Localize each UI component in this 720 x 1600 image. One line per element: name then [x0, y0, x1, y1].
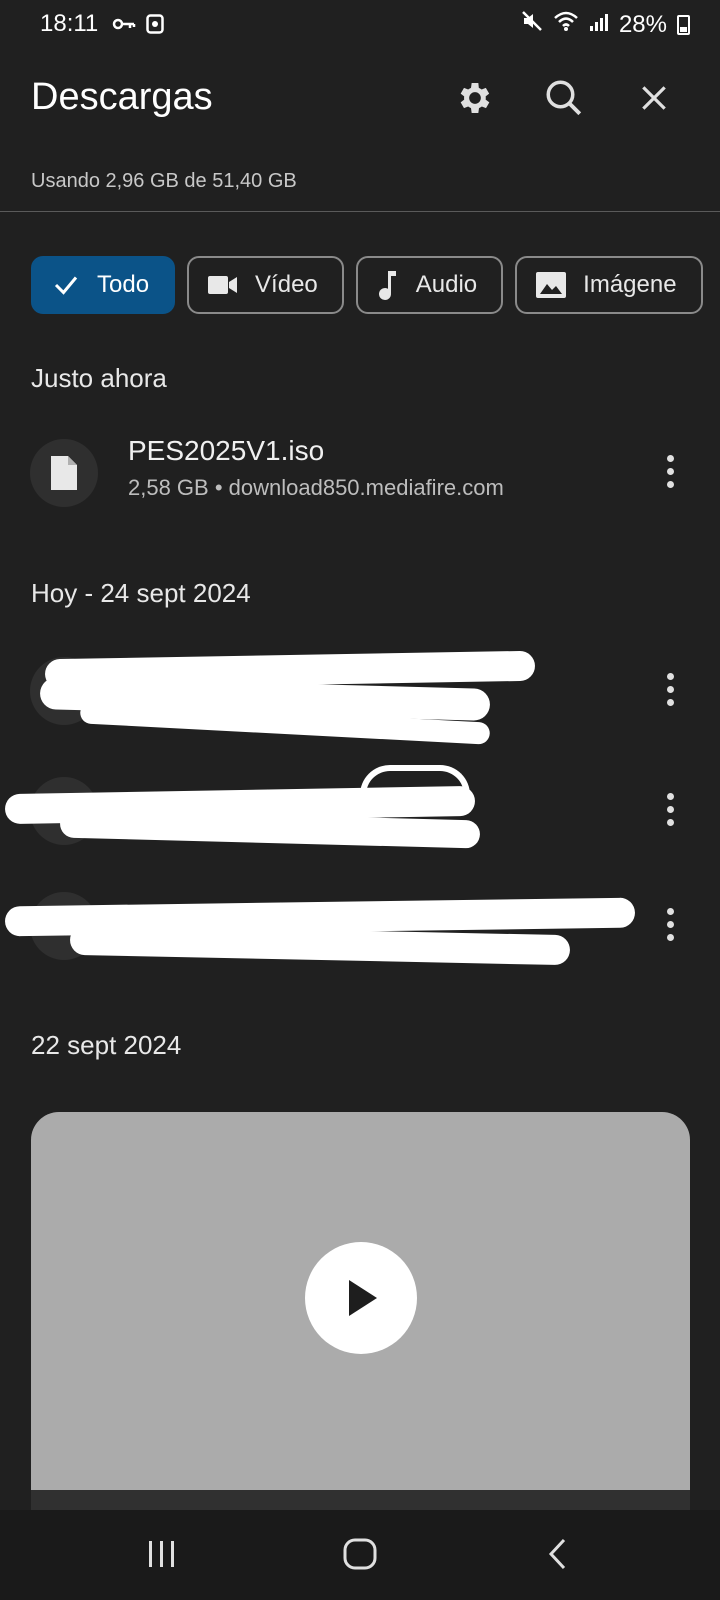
status-right: 28%	[521, 10, 690, 39]
filter-chip-video[interactable]: Vídeo	[187, 256, 344, 314]
list-item[interactable]: PES2025V1.iso 2,58 GB • download850.medi…	[0, 427, 720, 527]
filter-chip-label: Todo	[97, 271, 150, 298]
more-options-icon[interactable]	[658, 667, 682, 711]
filter-chip-label: Vídeo	[255, 271, 318, 298]
status-time: 18:11	[40, 10, 99, 37]
page-title: Descargas	[31, 76, 213, 118]
battery-icon	[677, 14, 690, 35]
music-note-icon	[376, 269, 400, 301]
navigation-bar	[0, 1510, 720, 1600]
filter-chip-todo[interactable]: Todo	[31, 256, 176, 314]
image-icon	[535, 271, 567, 299]
filter-chip-label: Imágene	[583, 271, 677, 298]
file-icon	[30, 439, 98, 507]
play-icon[interactable]	[305, 1242, 417, 1354]
filter-chip-images[interactable]: Imágene	[515, 256, 703, 314]
video-icon	[207, 273, 239, 297]
filter-chips: Todo Vídeo Audio Imágene	[31, 256, 703, 314]
mute-icon	[521, 10, 543, 39]
redaction-scribble	[360, 765, 470, 805]
settings-icon[interactable]	[453, 76, 497, 120]
recent-apps-icon[interactable]	[132, 1532, 192, 1576]
more-options-icon[interactable]	[658, 787, 682, 831]
battery-level: 28%	[618, 10, 667, 38]
check-icon	[51, 270, 81, 300]
screen-record-icon	[146, 14, 164, 39]
search-icon[interactable]	[542, 76, 586, 120]
divider	[0, 211, 720, 212]
home-icon[interactable]	[330, 1532, 390, 1576]
wifi-icon	[553, 10, 579, 39]
filter-chip-audio[interactable]: Audio	[355, 256, 504, 314]
filter-chip-label: Audio	[415, 271, 478, 298]
file-meta: 2,58 GB • download850.mediafire.com	[128, 475, 504, 500]
back-icon[interactable]	[528, 1532, 588, 1576]
close-icon[interactable]	[632, 76, 676, 120]
key-icon	[112, 16, 136, 37]
section-title: 22 sept 2024	[31, 1030, 182, 1060]
video-preview-card[interactable]	[31, 1112, 690, 1522]
section-title: Hoy - 24 sept 2024	[31, 578, 251, 608]
storage-usage: Usando 2,96 GB de 51,40 GB	[31, 170, 297, 192]
more-options-icon[interactable]	[658, 449, 682, 493]
file-name: PES2025V1.iso	[128, 435, 325, 466]
signal-icon	[589, 11, 609, 39]
section-title: Justo ahora	[31, 363, 167, 393]
more-options-icon[interactable]	[658, 902, 682, 946]
